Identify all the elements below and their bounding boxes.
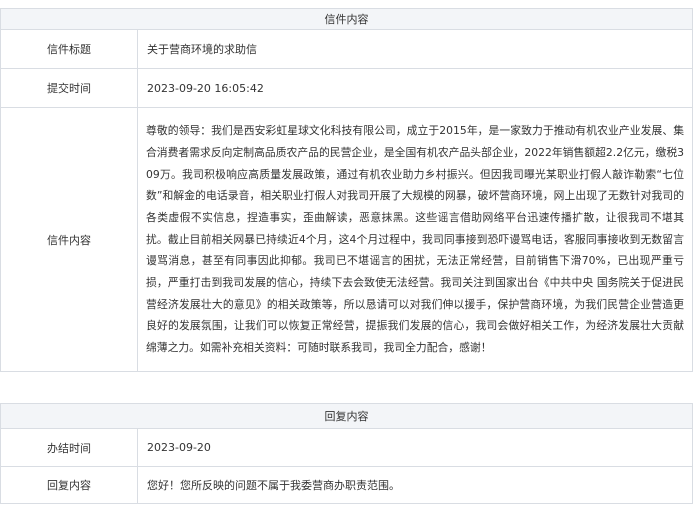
- submit-time-label: 提交时间: [0, 68, 138, 108]
- letter-title-value: 关于营商环境的求助信: [137, 29, 693, 69]
- letter-content-label: 信件内容: [0, 107, 138, 372]
- reply-table: 回复内容 办结时间 2023-09-20 回复内容 您好！您所反映的问题不属于我…: [0, 403, 693, 504]
- completion-time-label: 办结时间: [0, 428, 138, 467]
- letter-title-label: 信件标题: [0, 29, 138, 69]
- letter-table: 信件内容 信件标题 关于营商环境的求助信 提交时间 2023-09-20 16:…: [0, 8, 693, 372]
- letter-section-title: 信件内容: [0, 8, 693, 30]
- submit-time-value: 2023-09-20 16:05:42: [137, 68, 693, 108]
- reply-section-title: 回复内容: [0, 403, 693, 429]
- reply-content-label: 回复内容: [0, 466, 138, 504]
- reply-content-value: 您好！您所反映的问题不属于我委营商办职责范围。: [137, 466, 693, 504]
- completion-time-value: 2023-09-20: [137, 428, 693, 467]
- letter-content-value: 尊敬的领导：我们是西安彩虹星球文化科技有限公司，成立于2015年，是一家致力于推…: [137, 107, 693, 372]
